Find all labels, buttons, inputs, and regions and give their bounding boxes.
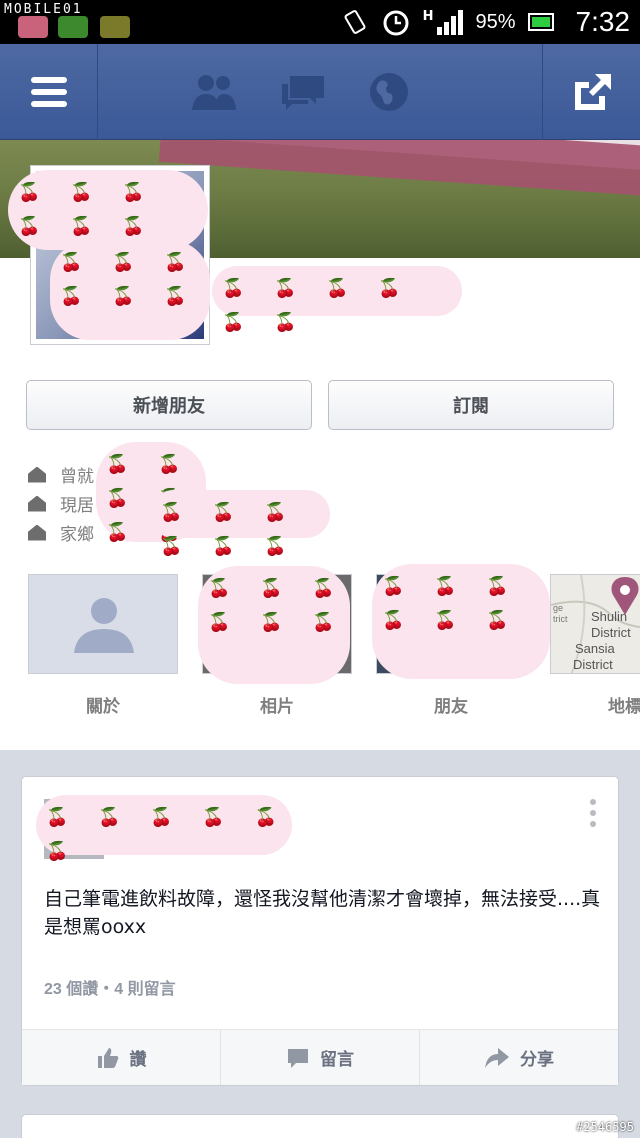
- post-more-icon[interactable]: [590, 799, 598, 832]
- notification-icon: [58, 16, 88, 38]
- info-hometown: 家鄉: [28, 518, 94, 547]
- clock: 7:32: [575, 6, 631, 37]
- profile-actions: 新增朋友 訂閱: [26, 380, 614, 430]
- next-post-card: [21, 1114, 619, 1138]
- post-card: 自己筆電進飲料故障，還怪我沒幫他清潔才會壞掉，無法接受....真是想罵ooxx …: [21, 776, 619, 1086]
- redaction-sticker: [8, 170, 208, 250]
- share-post-button[interactable]: 分享: [420, 1030, 618, 1085]
- redaction-sticker: [36, 795, 292, 869]
- silhouette-icon: [74, 598, 134, 653]
- menu-button[interactable]: [0, 44, 98, 140]
- profile-tiles: 關於 相片 朋友 ge trict Shulin District Sansia…: [28, 564, 640, 724]
- alarm-icon: [383, 10, 409, 36]
- news-feed: 自己筆電進飲料故障，還怪我沒幫他清潔才會壞掉，無法接受....真是想罵ooxx …: [0, 750, 640, 1138]
- redaction-sticker: [50, 240, 210, 340]
- signal-icon: H: [423, 9, 464, 35]
- tile-about[interactable]: 關於: [28, 574, 178, 717]
- about-thumbnail: [28, 574, 178, 674]
- battery-icon: [527, 13, 554, 31]
- battery-percent: 95%: [475, 10, 516, 33]
- status-bar: MOBILE01 H 95% 7:32: [0, 0, 640, 44]
- notification-icon: [100, 16, 130, 38]
- post-text: 自己筆電進飲料故障，還怪我沒幫他清潔才會壞掉，無法接受....真是想罵ooxx: [44, 888, 601, 938]
- briefcase-icon: [28, 466, 46, 483]
- home-icon: [28, 524, 46, 541]
- svg-text:trict: trict: [553, 614, 568, 624]
- post-actions: 讚 留言 分享: [22, 1029, 618, 1085]
- like-button[interactable]: 讚: [22, 1030, 221, 1085]
- post-stats[interactable]: 23 個讚・4 則留言: [44, 975, 176, 999]
- profile-info: 曾就 現居 家鄉: [28, 460, 94, 547]
- share-arrow-icon: [485, 1047, 509, 1068]
- share-icon: [574, 74, 611, 110]
- image-watermark: #2546595: [576, 1120, 634, 1134]
- svg-text:Shulin: Shulin: [591, 609, 627, 624]
- redaction-sticker: [198, 566, 350, 684]
- watermark-text: MOBILE01: [4, 2, 83, 17]
- redaction-sticker: [212, 266, 462, 340]
- status-indicators: H 95% 7:32: [341, 0, 630, 44]
- messages-icon[interactable]: [280, 72, 326, 112]
- info-current-city: 現居: [28, 489, 94, 518]
- redaction-sticker: [150, 490, 330, 564]
- comment-icon: [288, 1048, 308, 1068]
- thumbs-up-icon: [97, 1047, 118, 1068]
- share-button[interactable]: [542, 44, 640, 140]
- redaction-sticker: [372, 564, 550, 679]
- tile-places[interactable]: ge trict Shulin District Sansia District…: [550, 574, 640, 717]
- info-work: 曾就: [28, 460, 94, 489]
- vibrate-icon: [344, 10, 366, 34]
- map-thumbnail: ge trict Shulin District Sansia District: [550, 574, 640, 674]
- svg-text:ge: ge: [553, 603, 563, 613]
- menu-icon: [30, 71, 67, 113]
- svg-text:Sansia: Sansia: [575, 641, 616, 656]
- comment-button[interactable]: 留言: [221, 1030, 420, 1085]
- subscribe-button[interactable]: 訂閱: [328, 380, 614, 430]
- city-icon: [28, 495, 46, 512]
- globe-icon[interactable]: [368, 71, 410, 113]
- profile-section: 新增朋友 訂閱 曾就 現居 家鄉: [0, 140, 640, 750]
- app-top-bar: [0, 44, 640, 140]
- svg-text:District: District: [573, 657, 613, 672]
- add-friend-button[interactable]: 新增朋友: [26, 380, 312, 430]
- notification-icon: [18, 16, 48, 38]
- screen: MOBILE01 H 95% 7:32 🍒 🍒 🍒 🍒 🍒 🍒 🍒 🍒 🍒 🍒 …: [0, 0, 640, 1138]
- friends-icon[interactable]: [190, 72, 238, 112]
- svg-text:District: District: [591, 625, 631, 640]
- jewel-icons: [190, 44, 410, 140]
